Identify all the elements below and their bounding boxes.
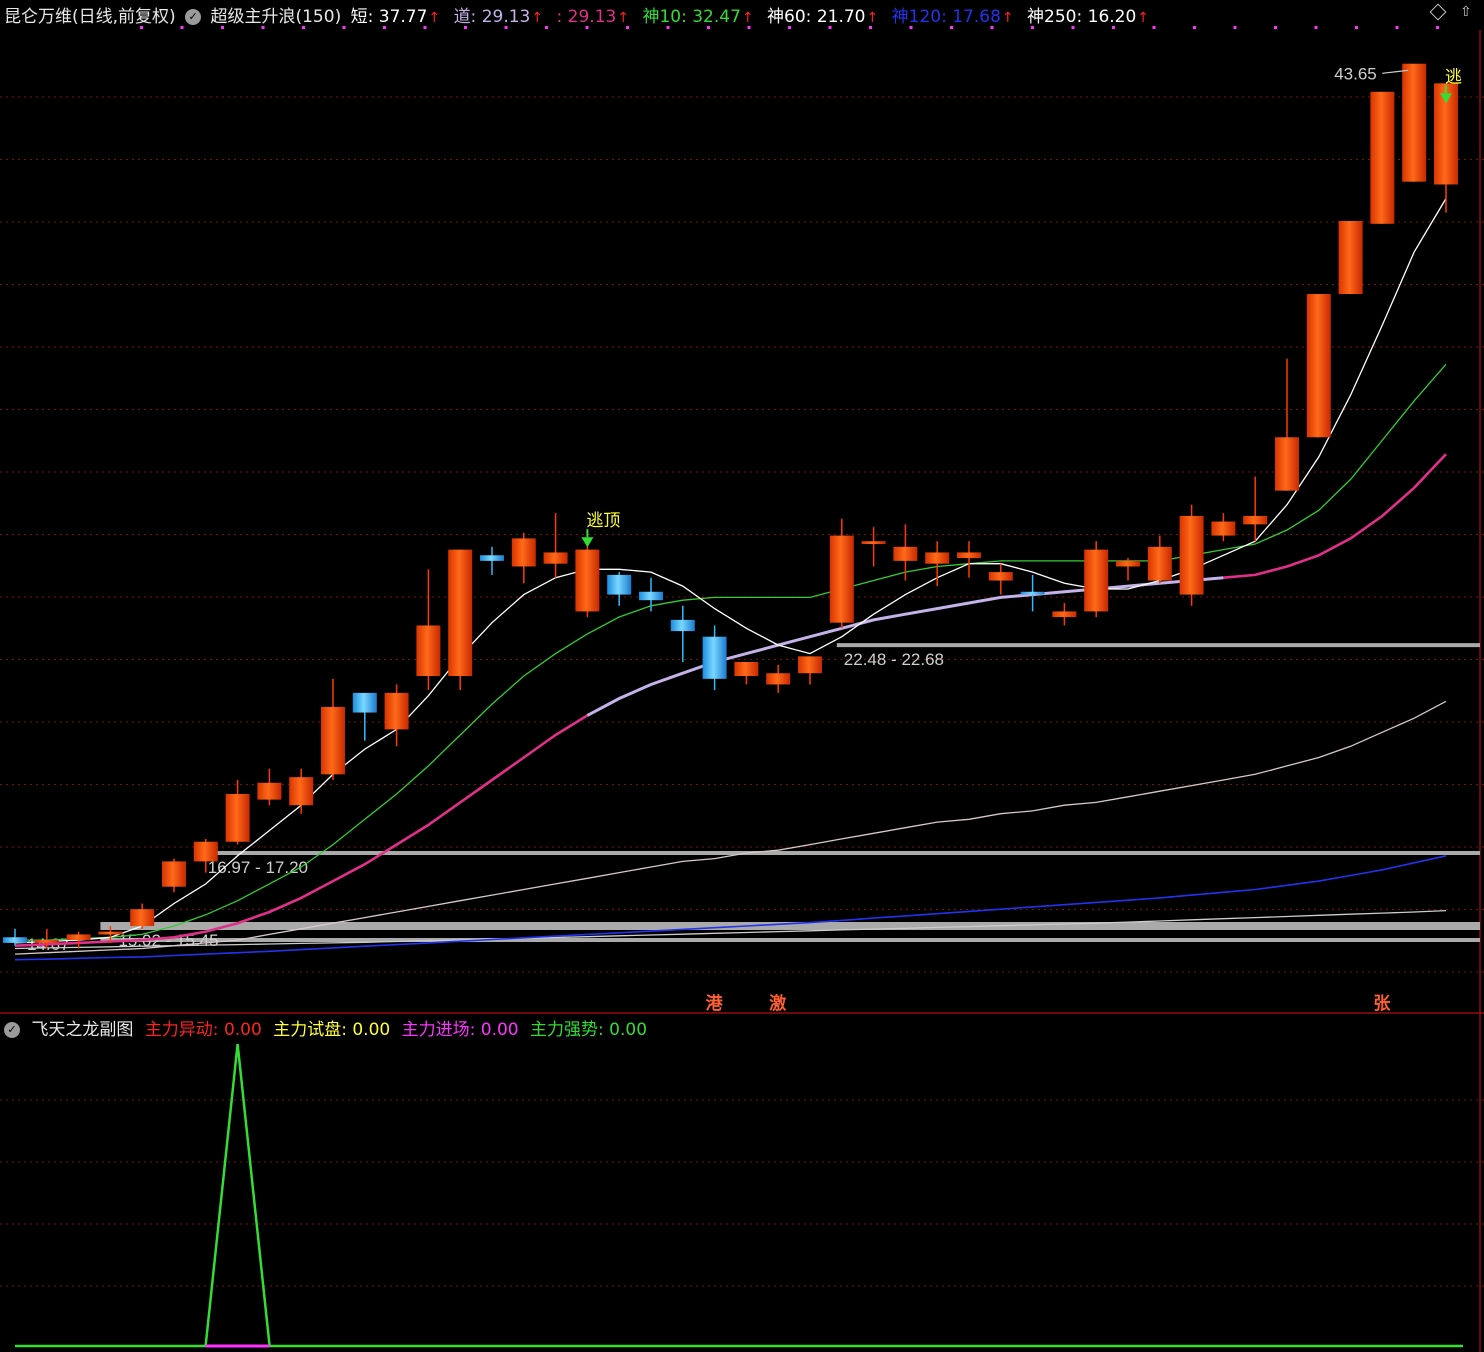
zone-label: 16.97 - 17.20 [208, 858, 308, 877]
legend-shen10: 神10: 32.47↑ [642, 7, 754, 27]
kline-chart[interactable]: 14.67 15.02 - 15.4516.97 - 17.2022.48 - 2… [0, 0, 1484, 1352]
candle-body [925, 552, 950, 564]
candle-body [98, 931, 123, 935]
candle-body [1306, 294, 1331, 438]
candle-body [607, 574, 632, 595]
candle-body [289, 777, 314, 806]
bottom-mark: 港 [706, 993, 724, 1014]
candle-body [575, 549, 600, 612]
main-header: 昆仑万维(日线,前复权) ✓ 超级主升浪(150) 短: 37.77↑ 道: 2… [4, 2, 1157, 27]
candle-body [1147, 546, 1172, 581]
candle-body [1211, 521, 1236, 536]
candle-body [988, 572, 1013, 581]
signal-label: 逃顶 [586, 511, 620, 531]
signal-label: 逃 [1445, 67, 1462, 87]
bottom-mark: 激 [769, 993, 786, 1014]
legend-shen60: 神60: 21.70↑ [767, 7, 879, 27]
top-dot [1233, 26, 1237, 29]
legend-pink: : 29.13↑ [556, 7, 630, 27]
candle-body [257, 782, 282, 800]
indicator-title[interactable]: 超级主升浪(150) [210, 7, 341, 27]
candle-body [766, 673, 791, 685]
candle-body [352, 692, 377, 713]
candle-body [1116, 560, 1140, 567]
arrow-up-icon[interactable]: ⇧ [1460, 4, 1472, 20]
candle-body [1275, 437, 1299, 491]
up-arrow-icon: ↑ [1001, 10, 1014, 26]
sub-legend-qiangshi: 主力强势: 0.00 [530, 1020, 648, 1040]
candle-body [384, 692, 409, 730]
up-arrow-icon: ↑ [617, 10, 630, 26]
indicator-chevron-icon[interactable]: ✓ [185, 9, 202, 25]
candle-body [1084, 549, 1109, 612]
up-arrow-icon: ↑ [866, 10, 879, 26]
candle-body [957, 552, 981, 559]
candle-body [511, 538, 536, 567]
candle-body [66, 934, 91, 941]
top-dot [1314, 26, 1318, 29]
candle-body [893, 546, 918, 561]
candle-body [543, 552, 568, 564]
candle-body [639, 591, 663, 601]
top-dot [1193, 26, 1196, 29]
candle-body [34, 940, 59, 943]
sub-legend-yidong: 主力异动: 0.00 [144, 1020, 262, 1040]
candle-body [193, 841, 218, 862]
candle-body [416, 625, 441, 677]
legend-short: 短: 37.77↑ [350, 7, 441, 27]
candle-body [829, 535, 854, 623]
candle-body [1243, 515, 1268, 525]
bottom-mark: 张 [1373, 994, 1391, 1014]
sub-legend-shipan: 主力试盘: 0.00 [273, 1020, 391, 1040]
candle-body [3, 937, 27, 943]
candle-body [861, 541, 886, 545]
up-arrow-icon: ↑ [741, 10, 754, 26]
sub-spike-line [15, 1043, 1463, 1348]
candle-body [1020, 591, 1045, 595]
candle-body [670, 619, 695, 632]
candle-body [448, 549, 473, 677]
candle-body [480, 555, 504, 561]
sub-header: ✓ 飞天之龙副图 主力异动: 0.00 主力试盘: 0.00 主力进场: 0.0… [4, 1015, 653, 1040]
sub-legend-jinchang: 主力进场: 0.00 [401, 1020, 519, 1040]
candle-body [321, 706, 345, 775]
max-price-label: 43.65 [1334, 64, 1377, 83]
sub-title[interactable]: 飞天之龙副图 [31, 1020, 133, 1040]
candle-body [734, 661, 759, 677]
candle-body [1370, 91, 1395, 224]
zone-label: 22.48 - 22.68 [844, 650, 944, 669]
candle-body [162, 861, 186, 887]
top-dot [1395, 26, 1399, 29]
legend-shen120: 神120: 17.68↑ [891, 7, 1014, 27]
legend-dao: 道: 29.13↑ [453, 7, 544, 27]
top-dot [1355, 26, 1358, 29]
candle-body [702, 636, 727, 679]
candle-body [798, 656, 822, 674]
candle-body [1052, 611, 1077, 618]
up-arrow-icon: ↑ [1137, 10, 1150, 26]
ma-pink-line [14, 714, 589, 947]
sub-indicator-chevron-icon[interactable]: ✓ [4, 1022, 20, 1038]
down-arrow-icon [581, 537, 594, 548]
candle-body [225, 794, 250, 842]
legend-shen250: 神250: 16.20↑ [1027, 7, 1150, 27]
candle-body [1402, 63, 1427, 182]
top-dot [1436, 26, 1439, 29]
up-arrow-icon: ↑ [531, 10, 544, 26]
ma-pink-line [1223, 453, 1447, 579]
candle-body [1338, 221, 1363, 295]
candle-body [1179, 515, 1204, 595]
up-arrow-icon: ↑ [428, 10, 441, 26]
stock-title[interactable]: 昆仑万维(日线,前复权) [4, 7, 176, 27]
candle-body [130, 909, 155, 927]
top-dot [1274, 26, 1277, 29]
